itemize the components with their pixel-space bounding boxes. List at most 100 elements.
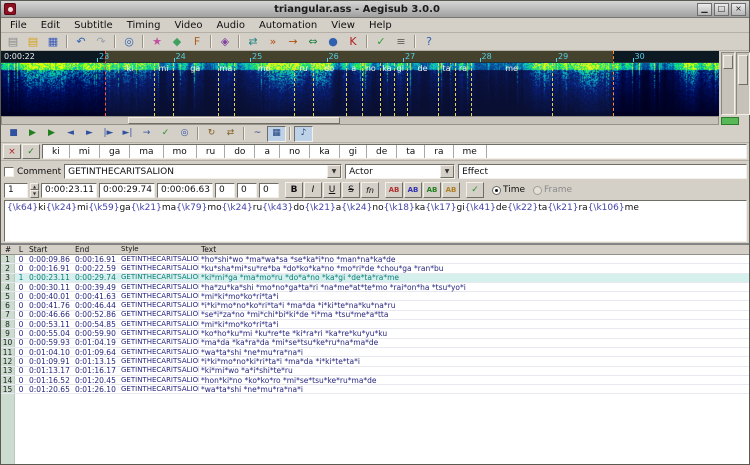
resample-resolution-button[interactable]: ⇔ — [303, 33, 323, 50]
subtitle-row-7[interactable]: 700:00:46.660:00:52.86GETINTHECARITSALIO… — [1, 311, 749, 320]
audio-display[interactable]: 0:00:22 2324252627282930 kimigamamorudoa… — [1, 51, 719, 116]
styles-manager-button[interactable]: ★ — [147, 33, 167, 50]
spin-down-icon[interactable]: ▼ — [30, 190, 39, 198]
karaoke-mode-button[interactable]: ♪ — [294, 126, 313, 142]
actor-dropdown[interactable]: Actor ▼ — [345, 164, 455, 179]
underline-button[interactable]: U — [323, 182, 341, 198]
subtitle-row-12[interactable]: 1200:01:09.910:01:13.15GETINTHECARITSALI… — [1, 357, 749, 366]
attachments-button[interactable]: ◆ — [167, 33, 187, 50]
layer-spinner[interactable]: 1 — [4, 183, 28, 198]
fonts-collector-button[interactable]: F — [187, 33, 207, 50]
spell-checker-button[interactable]: ✓ — [371, 33, 391, 50]
cancel-split-button[interactable]: × — [3, 144, 21, 159]
color-outline-button[interactable]: AB — [423, 182, 441, 198]
audio-timeline[interactable]: 0:00:22 2324252627282930 — [1, 51, 719, 63]
menu-view[interactable]: View — [324, 20, 362, 31]
italic-button[interactable]: I — [304, 182, 322, 198]
karaoke-syllable-7[interactable]: do — [225, 145, 255, 158]
subtitle-row-10[interactable]: 1000:00:59.930:01:04.19GETINTHECARITSALI… — [1, 339, 749, 348]
karaoke-syllable-15[interactable]: me — [454, 145, 487, 158]
karaoke-syllable-12[interactable]: de — [367, 145, 397, 158]
subtitle-row-1[interactable]: 100:00:09.860:00:16.91GETINTHECARITSALIO… — [1, 255, 749, 264]
style-dropdown[interactable]: GETINTHECARITSALION ▼ — [64, 164, 342, 179]
color-primary-button[interactable]: AB — [385, 182, 403, 198]
menu-edit[interactable]: Edit — [34, 20, 67, 31]
edit-text-area[interactable]: {\k64}ki{\k24}mi{\k59}ga{\k21}ma{\k79}mo… — [4, 200, 747, 242]
close-button[interactable]: × — [731, 3, 746, 16]
new-subtitles-button[interactable]: ▤ — [3, 33, 23, 50]
karaoke-syllable-2[interactable]: mi — [70, 145, 100, 158]
karaoke-divider[interactable] — [313, 63, 314, 116]
subtitle-row-2[interactable]: 200:00:16.910:00:22.59GETINTHECARITSALIO… — [1, 264, 749, 273]
vertical-zoom-thumb[interactable] — [723, 55, 733, 69]
karaoke-syllable-6[interactable]: ru — [197, 145, 225, 158]
subtitle-row-11[interactable]: 1100:01:04.100:01:09.64GETINTHECARITSALI… — [1, 348, 749, 357]
karaoke-syllable-14[interactable]: ra — [425, 145, 453, 158]
auto-commit-button[interactable]: ↻ — [202, 126, 221, 142]
play-selection-button[interactable]: ▶ — [23, 126, 42, 142]
subtitle-row-3[interactable]: 310:00:23.110:00:29.74GETINTHECARITSALIO… — [1, 274, 749, 283]
color-secondary-button[interactable]: AB — [404, 182, 422, 198]
selection-end-marker[interactable] — [613, 51, 614, 116]
karaoke-divider[interactable] — [455, 63, 456, 116]
margin-vertical-field[interactable]: 0 — [259, 183, 279, 198]
karaoke-syllable-11[interactable]: gi — [340, 145, 367, 158]
open-subtitles-button[interactable]: ▤ — [23, 33, 43, 50]
app-icon[interactable] — [4, 3, 16, 15]
font-face-button[interactable]: fn — [361, 182, 379, 198]
properties-button[interactable]: ≡ — [391, 33, 411, 50]
play-first-500-button[interactable]: |► — [99, 126, 118, 142]
volume-slider[interactable] — [736, 52, 750, 115]
karaoke-syllable-13[interactable]: ta — [397, 145, 425, 158]
karaoke-syllable-10[interactable]: ka — [310, 145, 340, 158]
subtitle-row-4[interactable]: 400:00:30.110:00:39.49GETINTHECARITSALIO… — [1, 283, 749, 292]
play-500-after-button[interactable]: ► — [80, 126, 99, 142]
karaoke-divider[interactable] — [294, 63, 295, 116]
automation-button[interactable]: ◈ — [215, 33, 235, 50]
audio-scrollbar-thumb[interactable] — [128, 117, 340, 124]
shift-times-button[interactable]: ⇄ — [243, 33, 263, 50]
karaoke-syllable-4[interactable]: ma — [130, 145, 163, 158]
duration-field[interactable]: 0:00:06.63 — [157, 183, 213, 198]
karaoke-divider[interactable] — [154, 63, 155, 116]
karaoke-divider[interactable] — [346, 63, 347, 116]
selection-start-marker[interactable] — [105, 51, 106, 116]
timing-postprocessor-button[interactable]: ● — [323, 33, 343, 50]
karaoke-syllable-5[interactable]: mo — [164, 145, 197, 158]
menu-file[interactable]: File — [3, 20, 34, 31]
chevron-down-icon[interactable]: ▼ — [440, 165, 454, 178]
play-line-button[interactable]: ▶ — [42, 126, 61, 142]
play-500-before-button[interactable]: ◄ — [61, 126, 80, 142]
menu-help[interactable]: Help — [362, 20, 399, 31]
karaoke-syllable-3[interactable]: ga — [100, 145, 130, 158]
commit-button[interactable]: ✓ — [466, 182, 484, 198]
start-time-field[interactable]: 0:00:23.11 — [41, 183, 97, 198]
audio-scrollbar[interactable] — [1, 116, 719, 125]
margin-left-field[interactable]: 0 — [215, 183, 235, 198]
karaoke-divider[interactable] — [552, 63, 553, 116]
menu-video[interactable]: Video — [168, 20, 210, 31]
bold-button[interactable]: B — [285, 182, 303, 198]
maximize-button[interactable]: □ — [714, 3, 729, 16]
karaoke-divider[interactable] — [471, 63, 472, 116]
minimize-button[interactable]: ▁ — [697, 3, 712, 16]
play-to-end-button[interactable]: → — [137, 126, 156, 142]
subtitle-row-15[interactable]: 1500:01:20.650:01:26.10GETINTHECARITSALI… — [1, 385, 749, 394]
color-shadow-button[interactable]: AB — [442, 182, 460, 198]
karaoke-divider[interactable] — [438, 63, 439, 116]
subtitle-row-8[interactable]: 800:00:53.110:00:54.85GETINTHECARITSALIO… — [1, 320, 749, 329]
subtitle-row-6[interactable]: 600:00:41.760:00:46.44GETINTHECARITSALIO… — [1, 301, 749, 310]
menu-timing[interactable]: Timing — [120, 20, 168, 31]
karaoke-divider[interactable] — [362, 63, 363, 116]
karaoke-divider[interactable] — [173, 63, 174, 116]
frame-radio[interactable] — [533, 186, 542, 195]
margin-right-field[interactable]: 0 — [237, 183, 257, 198]
effect-field[interactable]: Effect — [458, 164, 747, 179]
help-button[interactable]: ? — [419, 33, 439, 50]
commit-audio-button[interactable]: ✓ — [156, 126, 175, 142]
subtitle-row-9[interactable]: 900:00:55.040:00:59.90GETINTHECARITSALIO… — [1, 329, 749, 338]
audio-link-button[interactable] — [721, 117, 739, 125]
time-radio[interactable] — [492, 186, 501, 195]
karaoke-syllable-9[interactable]: no — [280, 145, 310, 158]
find-button[interactable]: ◎ — [119, 33, 139, 50]
